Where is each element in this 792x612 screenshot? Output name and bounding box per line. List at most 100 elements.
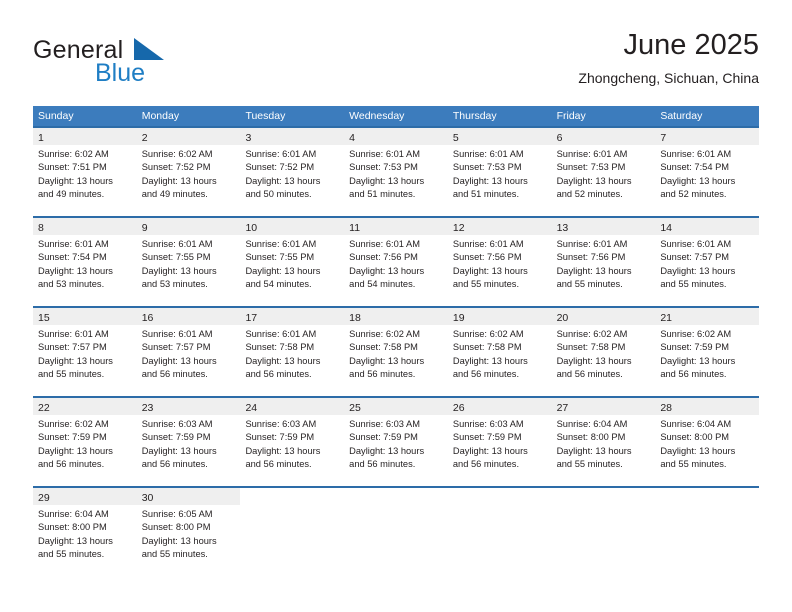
weekday-header-monday: Monday: [141, 110, 180, 122]
day-cell-28[interactable]: 28 Sunrise: 6:04 AM Sunset: 8:00 PM Dayligh…: [655, 398, 760, 486]
day-detail-line: Sunrise: 6:02 AM: [38, 419, 109, 429]
day-cell-25[interactable]: 25 Sunrise: 6:03 AM Sunset: 7:59 PM Dayligh…: [344, 398, 448, 486]
day-details: Sunrise: 6:01 AM Sunset: 7:53 PM Daylight:…: [552, 145, 656, 207]
day-details: Sunrise: 6:02 AM Sunset: 7:51 PM Daylight:…: [33, 145, 137, 207]
day-details: Sunrise: 6:01 AM Sunset: 7:57 PM Daylight:…: [655, 235, 759, 297]
day-details: Sunrise: 6:01 AM Sunset: 7:58 PM Daylight:…: [240, 325, 344, 387]
day-detail-line: Sunrise: 6:02 AM: [349, 329, 420, 339]
date-band: 24: [240, 398, 345, 415]
day-detail-line: and 56 minutes.: [452, 368, 520, 379]
day-detail-line: and 56 minutes.: [38, 458, 105, 469]
day-detail-line: and 56 minutes.: [245, 368, 312, 379]
day-detail-line: Sunset: 7:57 PM: [141, 342, 211, 353]
day-detail-line: and 56 minutes.: [245, 458, 312, 469]
day-detail-line: Sunset: 7:59 PM: [245, 432, 315, 443]
day-cell-30[interactable]: 30 Sunrise: 6:05 AM Sunset: 8:00 PM Dayligh…: [136, 488, 241, 576]
day-detail-line: Sunrise: 6:01 AM: [452, 149, 524, 159]
date-number: 29: [38, 492, 50, 504]
page-title: June 2025: [623, 29, 759, 61]
day-detail-line: Sunset: 7:51 PM: [38, 162, 107, 173]
day-cell-empty: [240, 488, 345, 576]
date-band: 22: [33, 398, 137, 415]
day-details: Sunrise: 6:04 AM Sunset: 8:00 PM Daylight:…: [552, 415, 656, 477]
day-detail-line: Sunrise: 6:01 AM: [660, 239, 732, 249]
day-cell-20[interactable]: 20 Sunrise: 6:02 AM Sunset: 7:58 PM Dayligh…: [551, 308, 656, 396]
day-details: Sunrise: 6:02 AM Sunset: 7:58 PM Daylight:…: [552, 325, 656, 387]
day-cell-16[interactable]: 16 Sunrise: 6:01 AM Sunset: 7:57 PM Dayligh…: [136, 308, 241, 396]
day-detail-line: Sunrise: 6:03 AM: [245, 419, 317, 429]
day-cell-13[interactable]: 13 Sunrise: 6:01 AM Sunset: 7:56 PM Dayligh…: [551, 218, 656, 306]
day-cell-18[interactable]: 18 Sunrise: 6:02 AM Sunset: 7:58 PM Dayligh…: [344, 308, 448, 396]
day-detail-line: and 56 minutes.: [660, 368, 727, 379]
day-cell-10[interactable]: 10 Sunrise: 6:01 AM Sunset: 7:55 PM Dayligh…: [240, 218, 345, 306]
day-cell-26[interactable]: 26 Sunrise: 6:03 AM Sunset: 7:59 PM Dayligh…: [447, 398, 552, 486]
day-cell-22[interactable]: 22 Sunrise: 6:02 AM Sunset: 7:59 PM Dayligh…: [33, 398, 137, 486]
day-cell-11[interactable]: 11 Sunrise: 6:01 AM Sunset: 7:56 PM Dayligh…: [344, 218, 448, 306]
date-number: 25: [349, 402, 361, 414]
day-detail-line: Sunset: 7:53 PM: [556, 162, 626, 173]
day-details: Sunrise: 6:02 AM Sunset: 7:59 PM Daylight:…: [655, 325, 759, 387]
date-band: 1: [33, 128, 137, 145]
title-block: June 2025 Zhongcheng, Sichuan, China: [578, 28, 759, 88]
day-cell-24[interactable]: 24 Sunrise: 6:03 AM Sunset: 7:59 PM Dayligh…: [240, 398, 345, 486]
day-cell-empty: [447, 488, 552, 576]
day-cell-17[interactable]: 17 Sunrise: 6:01 AM Sunset: 7:58 PM Dayligh…: [240, 308, 345, 396]
day-details: Sunrise: 6:01 AM Sunset: 7:54 PM Daylight:…: [33, 235, 137, 297]
day-cell-21[interactable]: 21 Sunrise: 6:02 AM Sunset: 7:59 PM Dayligh…: [655, 308, 760, 396]
day-cell-5[interactable]: 5 Sunrise: 6:01 AM Sunset: 7:53 PM Daylight…: [447, 128, 552, 216]
day-cell-1[interactable]: 1 Sunrise: 6:02 AM Sunset: 7:51 PM Daylight…: [33, 128, 137, 216]
day-detail-line: Daylight: 13 hours: [38, 445, 113, 456]
weekday-header-thursday: Thursday: [452, 110, 497, 122]
day-cell-14[interactable]: 14 Sunrise: 6:01 AM Sunset: 7:57 PM Dayligh…: [655, 218, 760, 306]
day-cell-15[interactable]: 15 Sunrise: 6:01 AM Sunset: 7:57 PM Dayligh…: [33, 308, 137, 396]
date-band: 11: [344, 218, 448, 235]
day-detail-line: and 56 minutes.: [452, 458, 520, 469]
day-detail-line: and 54 minutes.: [349, 278, 416, 289]
day-cell-8[interactable]: 8 Sunrise: 6:01 AM Sunset: 7:54 PM Daylight…: [33, 218, 137, 306]
date-band: 10: [240, 218, 345, 235]
day-cell-23[interactable]: 23 Sunrise: 6:03 AM Sunset: 7:59 PM Dayligh…: [136, 398, 241, 486]
day-cell-7[interactable]: 7 Sunrise: 6:01 AM Sunset: 7:54 PM Daylight…: [655, 128, 760, 216]
day-detail-line: Daylight: 13 hours: [349, 175, 425, 186]
day-detail-line: Daylight: 13 hours: [452, 265, 528, 276]
day-cell-9[interactable]: 9 Sunrise: 6:01 AM Sunset: 7:55 PM Daylight…: [136, 218, 241, 306]
day-cell-empty: [655, 488, 760, 576]
day-detail-line: Daylight: 13 hours: [556, 445, 632, 456]
day-details: Sunrise: 6:02 AM Sunset: 7:58 PM Daylight:…: [344, 325, 448, 387]
day-details: Sunrise: 6:03 AM Sunset: 7:59 PM Daylight:…: [344, 415, 448, 477]
date-band: 17: [240, 308, 345, 325]
date-number: 10: [245, 222, 258, 234]
day-cell-3[interactable]: 3 Sunrise: 6:01 AM Sunset: 7:52 PM Daylight…: [240, 128, 345, 216]
day-cell-12[interactable]: 12 Sunrise: 6:01 AM Sunset: 7:56 PM Dayligh…: [447, 218, 552, 306]
day-detail-line: Sunset: 7:54 PM: [38, 252, 107, 263]
date-number: 21: [660, 312, 672, 324]
day-details: Sunrise: 6:01 AM Sunset: 7:53 PM Daylight:…: [344, 145, 448, 207]
day-cell-6[interactable]: 6 Sunrise: 6:01 AM Sunset: 7:53 PM Daylight…: [551, 128, 656, 216]
date-number: 5: [452, 132, 459, 144]
day-detail-line: Sunrise: 6:01 AM: [660, 149, 732, 159]
calendar-week-row: 1 Sunrise: 6:02 AM Sunset: 7:51 PM Daylight…: [33, 126, 760, 216]
day-detail-line: Sunrise: 6:01 AM: [141, 239, 213, 249]
page-header: General Blue June 2025 Zhongcheng, Sichu…: [33, 28, 759, 98]
day-details: Sunrise: 6:02 AM Sunset: 7:58 PM Daylight:…: [448, 325, 552, 387]
day-detail-line: Daylight: 13 hours: [38, 535, 113, 546]
day-detail-line: Sunset: 7:59 PM: [660, 342, 730, 353]
date-number: 24: [245, 402, 258, 414]
date-number: 30: [141, 492, 154, 504]
day-detail-line: Sunrise: 6:03 AM: [349, 419, 420, 429]
day-detail-line: Daylight: 13 hours: [245, 175, 321, 186]
general-blue-logo[interactable]: General Blue: [33, 36, 263, 92]
date-number: 2: [141, 132, 148, 144]
date-number: 11: [349, 222, 361, 234]
day-cell-19[interactable]: 19 Sunrise: 6:02 AM Sunset: 7:58 PM Dayligh…: [447, 308, 552, 396]
date-number: 12: [452, 222, 465, 234]
day-cell-27[interactable]: 27 Sunrise: 6:04 AM Sunset: 8:00 PM Dayligh…: [551, 398, 656, 486]
day-cell-2[interactable]: 2 Sunrise: 6:02 AM Sunset: 7:52 PM Daylight…: [136, 128, 241, 216]
day-detail-line: Daylight: 13 hours: [660, 265, 736, 276]
day-detail-line: Sunset: 7:57 PM: [38, 342, 107, 353]
day-cell-29[interactable]: 29 Sunrise: 6:04 AM Sunset: 8:00 PM Dayligh…: [33, 488, 137, 576]
date-number: 27: [556, 402, 569, 414]
day-detail-line: Sunset: 7:56 PM: [556, 252, 626, 263]
date-number: 19: [452, 312, 465, 324]
day-cell-4[interactable]: 4 Sunrise: 6:01 AM Sunset: 7:53 PM Daylight…: [344, 128, 448, 216]
